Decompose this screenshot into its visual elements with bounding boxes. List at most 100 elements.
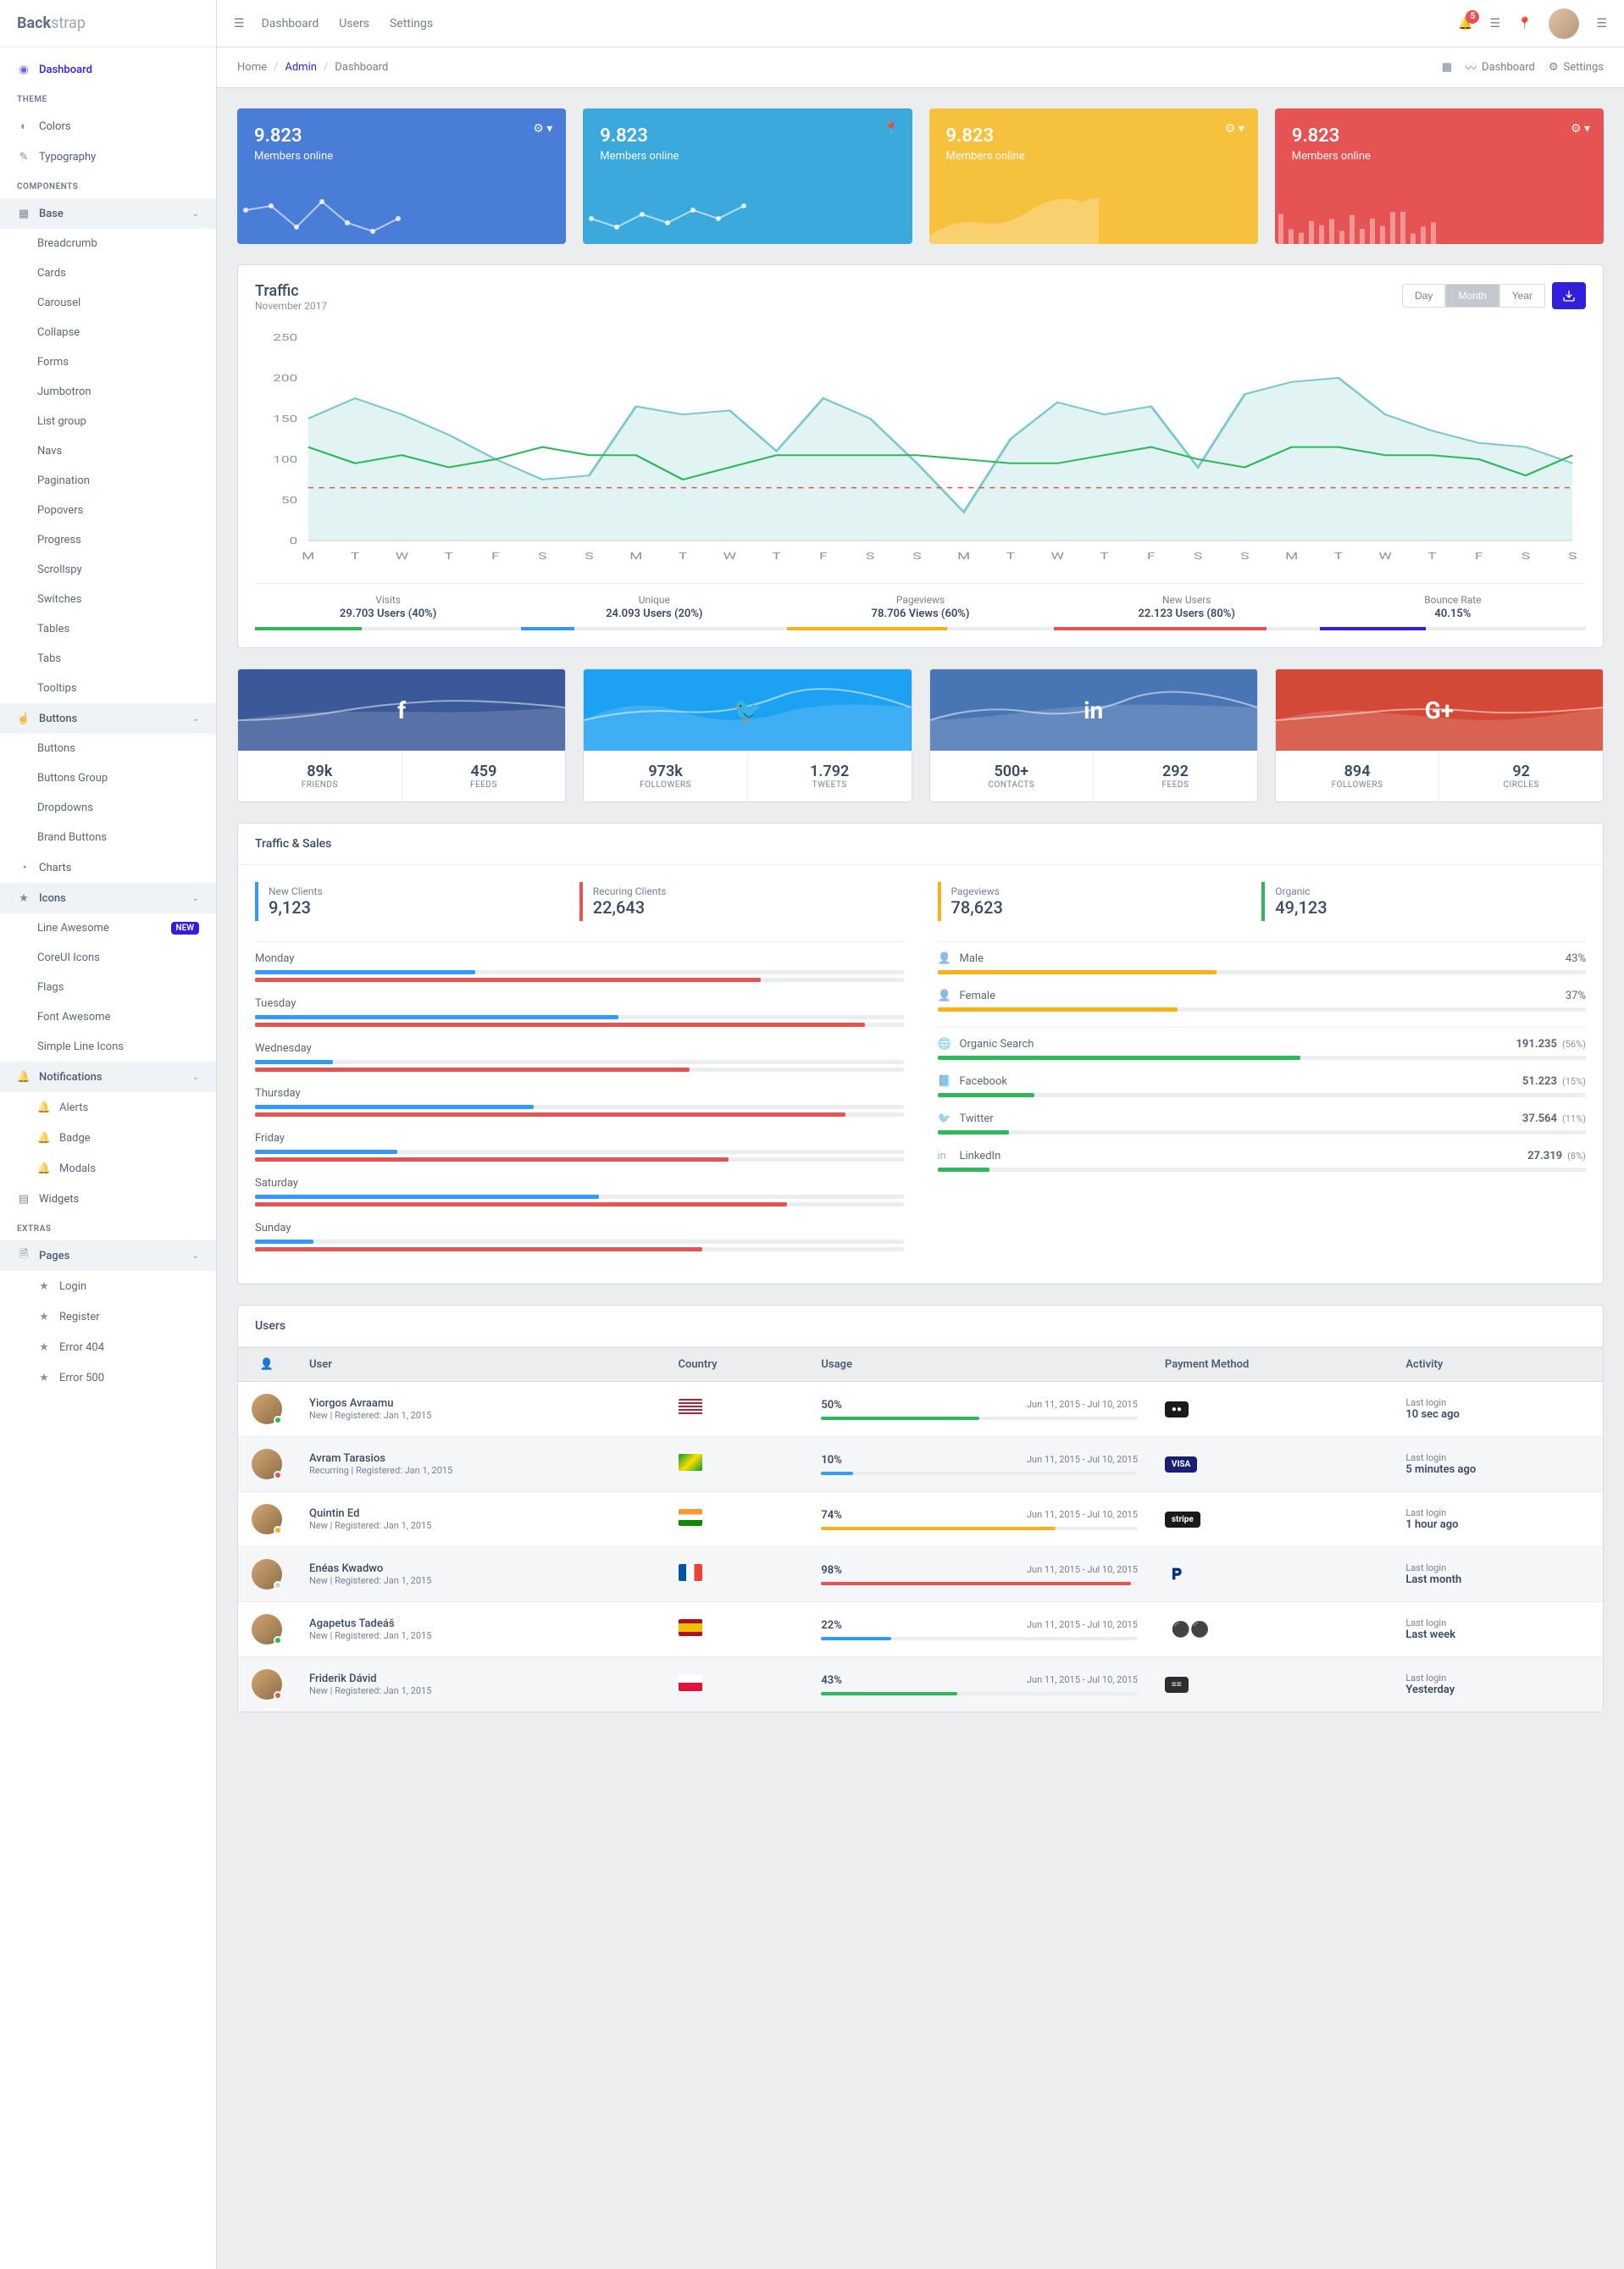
chevron-down-icon: ⌄ — [192, 1073, 199, 1082]
table-row[interactable]: Yiorgos Avraamu New | Registered: Jan 1,… — [238, 1382, 1603, 1437]
sidebar-subitem[interactable]: Scrollspy — [0, 555, 216, 585]
sidebar-subitem[interactable]: Pagination — [0, 466, 216, 496]
sidebar-subitem[interactable]: Flags — [0, 973, 216, 1002]
sidebar-subitem[interactable]: Breadcrumb — [0, 229, 216, 258]
sidebar-subitem[interactable]: Forms — [0, 347, 216, 377]
sidebar-group-buttons[interactable]: ☝ Buttons ⌄ — [0, 703, 216, 734]
sidebar-group-notifications[interactable]: 🔔 Notifications ⌄ — [0, 1062, 216, 1092]
svg-text:T: T — [445, 551, 454, 562]
brand-logo[interactable]: Backstrap — [0, 0, 216, 47]
svg-text:0: 0 — [290, 535, 298, 546]
day-progress-row: Wednesday — [255, 1042, 904, 1072]
header-nav-link[interactable]: Users — [339, 17, 369, 31]
bell-icon[interactable]: 🔔5 — [1458, 17, 1472, 31]
breadcrumb-separator: / — [324, 61, 328, 74]
period-button[interactable]: Month — [1445, 284, 1499, 308]
gear-dropdown-icon[interactable]: ⚙ ▾ — [1225, 122, 1244, 136]
sidebar-subitem[interactable]: Buttons Group — [0, 763, 216, 793]
sidebar-subitem[interactable]: CoreUI Icons — [0, 943, 216, 973]
svg-text:S: S — [585, 551, 594, 562]
callout-label: Organic — [1275, 885, 1576, 897]
sidebar-subitem[interactable]: ★Login — [0, 1271, 216, 1301]
table-row[interactable]: Enéas Kwadwo New | Registered: Jan 1, 20… — [238, 1547, 1603, 1602]
sidebar-subitem[interactable]: Font Awesome — [0, 1002, 216, 1032]
nav-label: Buttons — [37, 742, 75, 755]
sidebar-group-base[interactable]: ▦ Base ⌄ — [0, 198, 216, 229]
gear-dropdown-icon[interactable]: ⚙ ▾ — [533, 122, 552, 136]
link-label: Settings — [1564, 61, 1604, 74]
list-icon[interactable]: ☰ — [1489, 17, 1500, 31]
nav-title-theme: THEME — [0, 85, 216, 111]
progress-bar — [821, 1417, 1138, 1420]
sidebar-subitem[interactable]: Popovers — [0, 496, 216, 525]
drop-icon: ◐ — [17, 119, 30, 133]
sidebar-subitem[interactable]: 🔔Modals — [0, 1153, 216, 1184]
header-nav-link[interactable]: Dashboard — [262, 17, 319, 31]
download-button[interactable] — [1552, 282, 1586, 309]
sparkline-chart — [237, 185, 407, 244]
sidebar-item-dashboard[interactable]: ◉ Dashboard — [0, 54, 216, 85]
sidebar-item-widgets[interactable]: ▤ Widgets — [0, 1184, 216, 1214]
sidebar-subitem[interactable]: Buttons — [0, 734, 216, 763]
sidebar-subitem[interactable]: Navs — [0, 436, 216, 466]
sidebar-subitem[interactable]: Jumbotron — [0, 377, 216, 407]
sidebar-subitem[interactable]: Tabs — [0, 644, 216, 674]
gender-pct: 37% — [1566, 990, 1586, 1002]
nav-label: Navs — [37, 445, 62, 458]
subheader-link-dashboard[interactable]: 〰 Dashboard — [1466, 59, 1535, 75]
sidebar-item-typography[interactable]: ✎ Typography — [0, 141, 216, 172]
sidebar-subitem[interactable]: Progress — [0, 525, 216, 555]
sidebar-subitem[interactable]: Tooltips — [0, 674, 216, 703]
sidebar: Backstrap ◉ Dashboard THEME ◐ Colors ✎ T… — [0, 0, 217, 2269]
traffic-title: Traffic — [255, 282, 327, 300]
sidebar-subitem[interactable]: List group — [0, 407, 216, 436]
sidebar-item-charts[interactable]: ◔ Charts — [0, 852, 216, 883]
sidebar-subitem[interactable]: Carousel — [0, 288, 216, 318]
user-avatar[interactable] — [1549, 8, 1579, 39]
gear-dropdown-icon[interactable]: ⚙ ▾ — [1571, 122, 1590, 136]
sidebar-subitem[interactable]: ★Error 404 — [0, 1332, 216, 1362]
gender-row: 👤Female37% — [938, 990, 1587, 1012]
progress-bar — [821, 1472, 1138, 1475]
period-button[interactable]: Year — [1499, 284, 1545, 308]
header-nav-link[interactable]: Settings — [390, 17, 433, 31]
sidebar-subitem[interactable]: 🔔Alerts — [0, 1092, 216, 1123]
sidebar-subitem[interactable]: Line AwesomeNEW — [0, 913, 216, 943]
stat-label: FEEDS — [1094, 780, 1257, 790]
nav-label: Error 404 — [59, 1341, 104, 1354]
sidebar-subitem[interactable]: Dropdowns — [0, 793, 216, 823]
sidebar-subitem[interactable]: ★Error 500 — [0, 1362, 216, 1393]
sidebar-subitem[interactable]: Tables — [0, 614, 216, 644]
table-row[interactable]: Quintin Ed New | Registered: Jan 1, 2015… — [238, 1492, 1603, 1547]
social-header: G+ — [1276, 669, 1603, 751]
source-icon: in — [938, 1150, 953, 1162]
table-header: User — [296, 1348, 665, 1382]
subheader-link-settings[interactable]: ⚙ Settings — [1549, 59, 1604, 75]
period-button[interactable]: Day — [1402, 284, 1445, 308]
usage-date: Jun 11, 2015 - Jul 10, 2015 — [1027, 1564, 1138, 1577]
gear-dropdown-icon[interactable]: 📍 — [884, 122, 898, 136]
sidebar-subitem[interactable]: 🔔Badge — [0, 1123, 216, 1153]
subheader-link-graph[interactable]: ▦ — [1442, 59, 1452, 75]
table-row[interactable]: Agapetus Tadeáš New | Registered: Jan 1,… — [238, 1602, 1603, 1657]
sidebar-subitem[interactable]: Brand Buttons — [0, 823, 216, 852]
apps-icon[interactable]: ☰ — [1596, 17, 1607, 31]
nav-label: Scrollspy — [37, 563, 82, 576]
sidebar-subitem[interactable]: Switches — [0, 585, 216, 614]
location-icon[interactable]: 📍 — [1517, 17, 1532, 31]
sidebar-group-pages[interactable]: 🗎 Pages ⌄ — [0, 1240, 216, 1271]
sidebar-subitem[interactable]: Collapse — [0, 318, 216, 347]
stat-value: 78.706 Views (60%) — [787, 607, 1053, 620]
sidebar-item-colors[interactable]: ◐ Colors — [0, 111, 216, 141]
svg-text:M: M — [1285, 551, 1298, 562]
breadcrumb-item[interactable]: Home — [237, 61, 267, 74]
table-row[interactable]: Friderik Dávid New | Registered: Jan 1, … — [238, 1657, 1603, 1712]
cursor-icon: ☝ — [17, 712, 30, 725]
sidebar-subitem[interactable]: Cards — [0, 258, 216, 288]
sidebar-subitem[interactable]: Simple Line Icons — [0, 1032, 216, 1062]
table-row[interactable]: Avram Tarasios Recurring | Registered: J… — [238, 1437, 1603, 1492]
menu-toggle-icon[interactable]: ☰ — [234, 17, 245, 31]
sidebar-group-icons[interactable]: ★ Icons ⌄ — [0, 883, 216, 913]
breadcrumb-item[interactable]: Admin — [285, 61, 317, 74]
sidebar-subitem[interactable]: ★Register — [0, 1301, 216, 1332]
